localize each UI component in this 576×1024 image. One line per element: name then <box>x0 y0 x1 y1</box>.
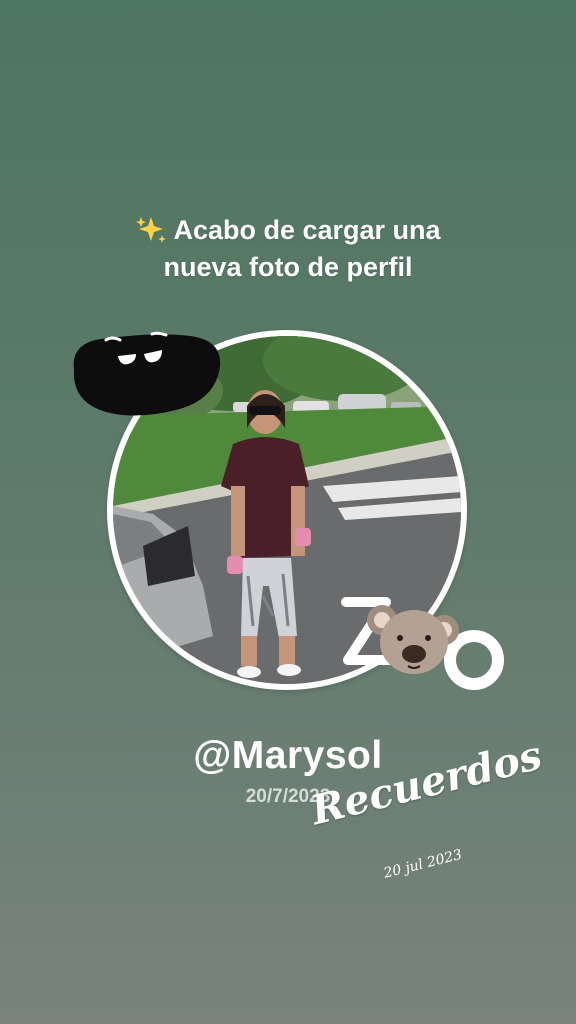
headline-line-2: nueva foto de perfil <box>163 252 413 282</box>
headline-line-1: Acabo de cargar una <box>0 212 576 249</box>
zoo-koala-sticker <box>341 597 504 690</box>
script-sticker-date: 20 jul 2023 <box>382 846 464 882</box>
sparkles-icon <box>136 217 167 243</box>
headline-text-1: Acabo de cargar una <box>173 215 441 245</box>
story-headline: Acabo de cargar una nueva foto de perfil <box>0 212 576 286</box>
smiling-blob-sticker <box>73 331 221 416</box>
